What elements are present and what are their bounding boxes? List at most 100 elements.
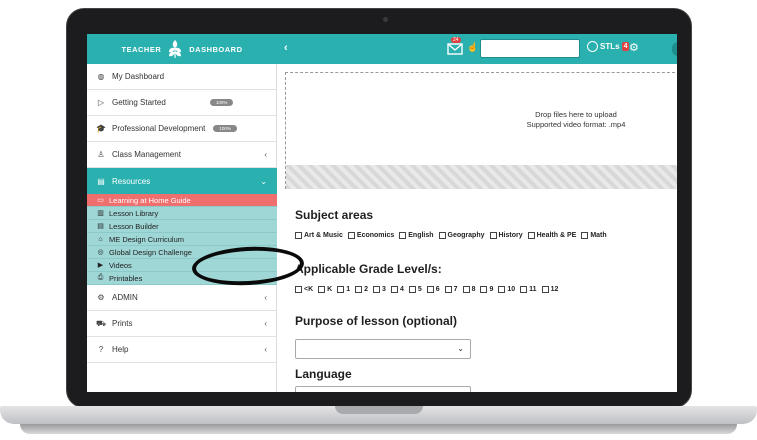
help-icon: ?	[98, 345, 104, 354]
grade-levels-checkboxes: <K K 1 2 3 4 5 6 7 8 9 10 11 12	[295, 286, 558, 293]
sidebar-item-getting-started[interactable]: ▷ Getting Started 100%	[87, 90, 277, 116]
subject-checkbox[interactable]: Geography	[438, 232, 485, 239]
dropzone-line-2: Supported video format: .mp4	[526, 120, 626, 129]
subject-checkbox[interactable]: History	[489, 232, 523, 239]
language-select[interactable]	[295, 386, 471, 392]
sidebar-item-label: Resources	[112, 176, 151, 186]
laptop-stage: TEACHER DASHBOARD ‹ 24 ☝ STLs 4 ⚙ ◍ My D…	[0, 0, 757, 440]
builder-icon: ▤	[97, 223, 104, 230]
sidebar-subitem-lesson-builder[interactable]: ▤ Lesson Builder	[87, 220, 277, 233]
subject-checkbox[interactable]: English	[399, 232, 434, 239]
purpose-heading: Purpose of lesson (optional)	[295, 314, 458, 328]
sidebar-item-class-management[interactable]: ♙ Class Management ‹	[87, 142, 277, 168]
chevron-down-icon: ⌄	[260, 176, 267, 186]
upload-dropzone[interactable]: Drop files here to upload Supported vide…	[285, 72, 677, 189]
sidebar-item-help[interactable]: ? Help ‹	[87, 337, 277, 363]
mail-icon[interactable]	[447, 43, 463, 55]
sidebar-item-my-dashboard[interactable]: ◍ My Dashboard	[87, 64, 277, 90]
subject-checkbox[interactable]: Economics	[347, 232, 394, 239]
building-icon: ⌂	[98, 235, 103, 243]
subject-checkbox[interactable]: Math	[581, 232, 607, 239]
dropzone-hatch	[286, 165, 677, 189]
chevron-left-icon: ‹	[264, 150, 267, 159]
search-input[interactable]	[480, 39, 580, 58]
grade-checkbox[interactable]: 7	[444, 286, 458, 293]
sidebar-item-label: Getting Started	[112, 98, 166, 107]
sidebar-subitem-label: ME Design Curriculum	[109, 234, 185, 244]
grade-checkbox[interactable]: 8	[462, 286, 475, 293]
grade-checkbox[interactable]: 11	[520, 286, 537, 293]
grade-levels-heading: Applicable Grade Level/s:	[295, 262, 442, 276]
brand-logo[interactable]: TEACHER DASHBOARD	[87, 34, 277, 64]
brand-text-right: DASHBOARD	[189, 44, 243, 54]
grade-checkbox[interactable]: 4	[390, 286, 404, 293]
globe-icon: ◎	[97, 249, 104, 256]
progress-pill: 100%	[209, 99, 234, 106]
sidebar-item-label: Professional Development	[112, 124, 206, 133]
camera-icon	[383, 17, 388, 22]
graduation-cap-icon: 🎓	[96, 124, 106, 133]
sidebar-subitem-me-design-curriculum[interactable]: ⌂ ME Design Curriculum	[87, 233, 277, 246]
laptop-notch	[335, 406, 423, 414]
sidebar: ◍ My Dashboard ▷ Getting Started 100% 🎓 …	[87, 64, 277, 392]
library-icon: ▥	[97, 210, 104, 217]
screen: TEACHER DASHBOARD ‹ 24 ☝ STLs 4 ⚙ ◍ My D…	[87, 34, 677, 392]
sidebar-subitem-global-design-challenge[interactable]: ◎ Global Design Challenge	[87, 246, 277, 259]
admin-icon: ⚙	[97, 293, 105, 302]
check-circle-icon	[587, 41, 598, 52]
grade-checkbox[interactable]: 1	[337, 286, 350, 293]
play-icon: ▷	[97, 98, 105, 107]
subject-checkbox[interactable]: Health & PE	[527, 232, 576, 239]
sidebar-item-prints[interactable]: ⛟ Prints ‹	[87, 311, 277, 337]
stls-button[interactable]: STLs 4	[587, 41, 630, 52]
users-icon: ♙	[97, 150, 105, 159]
mail-count-badge: 24	[451, 37, 461, 43]
sidebar-subitem-learning-at-home-guide[interactable]: ▭ Learning at Home Guide	[87, 194, 277, 207]
book-icon: ▤	[97, 176, 105, 186]
sidebar-subitem-printables[interactable]: ⎙ Printables	[87, 272, 277, 285]
raise-hand-icon[interactable]: ☝	[467, 42, 478, 53]
collapse-sidebar-icon[interactable]: ‹	[284, 42, 288, 54]
dropzone-line-1: Drop files here to upload	[535, 110, 617, 119]
grade-checkbox[interactable]: K	[318, 286, 332, 293]
gear-icon[interactable]: ⚙	[629, 41, 639, 54]
sidebar-subitem-label: Videos	[109, 260, 132, 270]
profile-tab[interactable]	[672, 42, 677, 56]
laptop-icon: ▭	[97, 197, 104, 204]
sidebar-subitem-videos[interactable]: ▶ Videos	[87, 259, 277, 272]
cart-icon: ⛟	[96, 318, 107, 328]
sidebar-item-label: ADMIN	[112, 293, 138, 302]
lesson-builder-form: Drop files here to upload Supported vide…	[277, 64, 677, 392]
subject-areas-checkboxes: Art & Music Economics English Geography …	[295, 232, 607, 239]
sidebar-item-label: Class Management	[112, 150, 181, 159]
sidebar-item-resources[interactable]: ▤ Resources ⌄	[87, 168, 277, 194]
sidebar-item-admin[interactable]: ⚙ ADMIN ‹	[87, 285, 277, 311]
purpose-select[interactable]: ⌄	[295, 339, 471, 359]
sidebar-subitem-label: Global Design Challenge	[109, 247, 192, 257]
grade-checkbox[interactable]: <K	[295, 286, 313, 293]
grade-checkbox[interactable]: 6	[426, 286, 440, 293]
grade-checkbox[interactable]: 9	[480, 286, 493, 293]
laptop-base-bottom	[20, 424, 737, 434]
sidebar-item-label: My Dashboard	[112, 72, 165, 81]
sidebar-item-label: Help	[112, 345, 129, 354]
sidebar-subitem-label: Learning at Home Guide	[109, 195, 191, 205]
video-icon: ▶	[97, 262, 104, 269]
grade-checkbox[interactable]: 12	[541, 286, 558, 293]
grade-checkbox[interactable]: 2	[355, 286, 368, 293]
sidebar-item-professional-development[interactable]: 🎓 Professional Development 100%	[87, 116, 277, 142]
grade-checkbox[interactable]: 10	[498, 286, 515, 293]
subject-checkbox[interactable]: Art & Music	[295, 232, 343, 239]
chevron-left-icon: ‹	[264, 319, 267, 328]
sidebar-item-label: Prints	[112, 319, 133, 328]
grade-checkbox[interactable]: 5	[408, 286, 422, 293]
stls-label: STLs	[600, 42, 620, 51]
top-bar: TEACHER DASHBOARD ‹ 24 ☝ STLs 4 ⚙	[87, 34, 677, 64]
chevron-down-icon: ⌄	[457, 344, 464, 353]
grade-checkbox[interactable]: 3	[373, 286, 386, 293]
sidebar-subitem-label: Lesson Library	[109, 208, 159, 218]
sidebar-subitem-lesson-library[interactable]: ▥ Lesson Library	[87, 207, 277, 220]
chevron-left-icon: ‹	[264, 345, 267, 354]
sidebar-subitem-label: Printables	[109, 273, 143, 283]
dashboard-icon: ◍	[97, 72, 105, 81]
